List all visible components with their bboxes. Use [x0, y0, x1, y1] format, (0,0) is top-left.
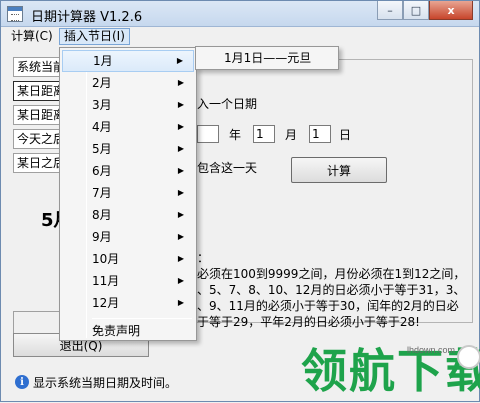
minimize-button[interactable]: –	[377, 1, 403, 20]
menu-item-month-7[interactable]: 7月 ▶	[62, 182, 194, 204]
app-window: 日期计算器 V1.2.6 – □ x 计算(C) 插入节日(I) 系统当前 某日…	[0, 0, 480, 402]
submenu-arrow-icon: ▶	[177, 122, 184, 131]
close-button[interactable]: x	[429, 1, 473, 20]
notes-line: 、9、11月的必须小于等于30，闰年的2月的日必	[197, 299, 459, 313]
menu-item-month-8[interactable]: 8月 ▶	[62, 204, 194, 226]
tab-days-between-2[interactable]: 某日距离	[13, 105, 61, 125]
submenu-january: 1月1日——元旦	[195, 46, 339, 70]
submenu-arrow-icon: ▶	[177, 232, 184, 241]
tab-after-date[interactable]: 某日之后	[13, 153, 61, 173]
menu-item-disclaimer[interactable]: 免责声明	[62, 320, 194, 342]
maximize-button[interactable]: □	[403, 1, 429, 20]
submenu-arrow-icon: ▶	[177, 276, 184, 285]
month-label: 月	[285, 128, 298, 142]
submenu-arrow-icon: ▶	[177, 210, 184, 219]
menu-item-month-2[interactable]: 2月 ▶	[62, 72, 194, 94]
menu-item-month-9[interactable]: 9月 ▶	[62, 226, 194, 248]
menu-calc[interactable]: 计算(C)	[7, 28, 57, 45]
menu-item-month-10[interactable]: 10月 ▶	[62, 248, 194, 270]
menu-item-month-3[interactable]: 3月 ▶	[62, 94, 194, 116]
menu-item-month-1[interactable]: 1月 ▶	[62, 50, 194, 72]
submenu-arrow-icon: ▶	[177, 298, 184, 307]
info-icon: i	[15, 375, 29, 389]
watermark: 领航下载 lhdown.com	[301, 327, 480, 403]
year-input[interactable]	[197, 125, 219, 143]
input-prompt: 入一个日期	[197, 97, 258, 111]
menu-bar: 计算(C) 插入节日(I)	[1, 27, 479, 46]
submenu-arrow-icon: ▶	[177, 166, 184, 175]
calculate-button[interactable]: 计算	[291, 157, 387, 183]
submenu-arrow-icon: ▶	[177, 188, 184, 197]
submenu-arrow-icon: ▶	[177, 254, 184, 263]
tab-system-current[interactable]: 系统当前	[13, 57, 61, 77]
notes-title: ：	[197, 251, 210, 265]
submenu-arrow-icon: ▶	[177, 78, 184, 87]
include-day-label: 包含这一天	[197, 161, 258, 175]
menu-item-month-5[interactable]: 5月 ▶	[62, 138, 194, 160]
tab-days-between-1[interactable]: 某日距离	[13, 81, 61, 101]
year-label: 年	[229, 128, 242, 142]
month-input[interactable]: 1	[253, 125, 275, 143]
notes-line: 必须在100到9999之间，月份必须在1到12之间，	[197, 267, 466, 281]
menu-item-month-12[interactable]: 12月 ▶	[62, 292, 194, 314]
menu-item-month-11[interactable]: 11月 ▶	[62, 270, 194, 292]
submenu-arrow-icon: ▶	[176, 56, 183, 65]
menu-separator	[92, 318, 192, 319]
submenu-arrow-icon: ▶	[177, 100, 184, 109]
menu-insert-holiday[interactable]: 插入节日(I)	[59, 28, 130, 45]
window-title: 日期计算器 V1.2.6	[31, 10, 143, 25]
notes-line: 、5、7、8、10、12月的日必须小于等于31，3、	[197, 283, 466, 297]
menu-item-month-6[interactable]: 6月 ▶	[62, 160, 194, 182]
status-text: 显示系统当期日期及时间。	[33, 376, 178, 390]
watermark-logo-icon	[457, 345, 480, 369]
watermark-site: lhdown.com	[407, 345, 456, 355]
calendar-app-icon	[7, 6, 23, 22]
title-bar[interactable]: 日期计算器 V1.2.6 – □ x	[1, 1, 479, 27]
insert-holiday-dropdown: 1月 ▶ 2月 ▶ 3月 ▶ 4月 ▶ 5月 ▶ 6月 ▶ 7月 ▶ 8月 ▶ 9月 ▶ 10月 ▶…	[59, 47, 197, 341]
menu-item-month-4[interactable]: 4月 ▶	[62, 116, 194, 138]
day-label: 日	[339, 128, 352, 142]
submenu-arrow-icon: ▶	[177, 144, 184, 153]
tab-after-today[interactable]: 今天之后	[13, 129, 61, 149]
submenu-item-new-year[interactable]: 1月1日——元旦	[224, 51, 311, 65]
day-input[interactable]: 1	[309, 125, 331, 143]
